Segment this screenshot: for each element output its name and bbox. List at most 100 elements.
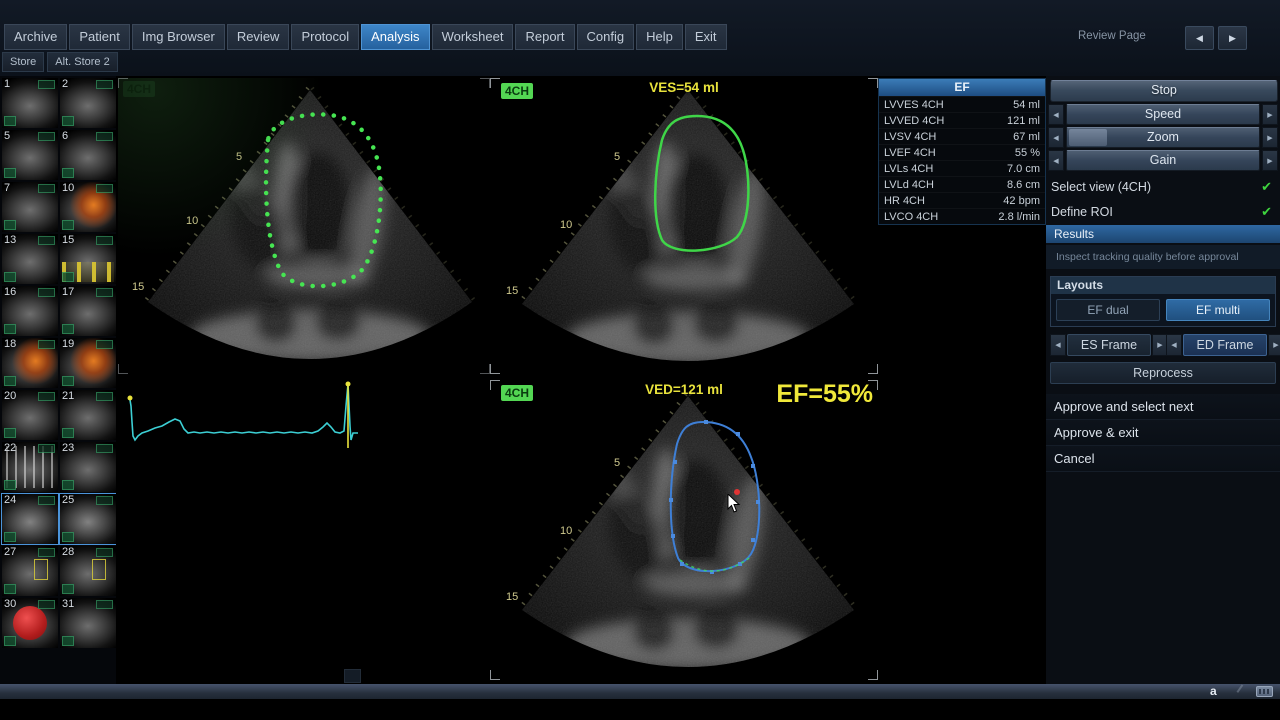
thumb-number: 15 bbox=[62, 234, 74, 246]
ultrasound-view-ves[interactable]: 5 10 15 4CH VES=54 ml bbox=[490, 78, 878, 374]
review-page-next-button[interactable]: ▶ bbox=[1218, 26, 1247, 50]
ultrasound-view-es-tracking[interactable]: 5 10 15 4CH bbox=[118, 78, 490, 374]
ed-frame-prev-button[interactable]: ◀ bbox=[1166, 334, 1182, 356]
review-page-prev-button[interactable]: ◀ bbox=[1185, 26, 1214, 50]
menu-tab-config[interactable]: Config bbox=[577, 24, 635, 50]
thumb-type-badge bbox=[62, 324, 74, 334]
thumb-clip-badge bbox=[96, 132, 113, 141]
ed-frame-control: ◀ ED Frame ▶ bbox=[1166, 334, 1280, 356]
ef-row-value: 7.0 cm bbox=[1007, 163, 1040, 175]
thumb-number: 25 bbox=[62, 494, 74, 506]
thumbnail-2[interactable]: 2 bbox=[60, 78, 116, 128]
ed-frame-button[interactable]: ED Frame bbox=[1183, 334, 1267, 356]
thumbnail-27[interactable]: 27 bbox=[2, 546, 58, 596]
thumb-number: 16 bbox=[4, 286, 16, 298]
thumbnail-6[interactable]: 6 bbox=[60, 130, 116, 180]
thumbnail-21[interactable]: 21 bbox=[60, 390, 116, 440]
menu-tab-exit[interactable]: Exit bbox=[685, 24, 727, 50]
action-cancel[interactable]: Cancel bbox=[1046, 446, 1280, 472]
thumbnail-10[interactable]: 10 bbox=[60, 182, 116, 232]
thumbnail-scroll-button[interactable] bbox=[344, 669, 361, 683]
menu-tab-worksheet[interactable]: Worksheet bbox=[432, 24, 514, 50]
slider-gain: ◀Gain▶ bbox=[1048, 150, 1278, 171]
ed-frame-next-button[interactable]: ▶ bbox=[1268, 334, 1280, 356]
slider-gain-decrease-button[interactable]: ◀ bbox=[1048, 150, 1064, 171]
slider-gain-bar[interactable]: Gain bbox=[1066, 150, 1260, 171]
thumbnail-13[interactable]: 13 bbox=[2, 234, 58, 284]
stop-button[interactable]: Stop bbox=[1050, 80, 1278, 102]
ecg-cycle-marker bbox=[346, 382, 351, 387]
thumbnail-7[interactable]: 7 bbox=[2, 182, 58, 232]
es-frame-prev-button[interactable]: ◀ bbox=[1050, 334, 1066, 356]
thumbnail-23[interactable]: 23 bbox=[60, 442, 116, 492]
ef-table-row: LVCO 4CH2.8 l/min bbox=[879, 208, 1045, 224]
slider-label: Speed bbox=[1145, 107, 1181, 121]
thumb-clip-badge bbox=[38, 184, 55, 193]
menu-tab-img-browser[interactable]: Img Browser bbox=[132, 24, 225, 50]
thumbnail-24[interactable]: 24 bbox=[2, 494, 58, 544]
left-arrow-icon: ◀ bbox=[1196, 33, 1203, 44]
thumb-clip-badge bbox=[38, 392, 55, 401]
action-approve-and-select-next[interactable]: Approve and select next bbox=[1046, 394, 1280, 420]
step-label: Select view (4CH) bbox=[1051, 180, 1151, 194]
menu-tab-strip: ArchivePatientImg BrowserReviewProtocolA… bbox=[4, 24, 727, 50]
ecg-trace bbox=[122, 376, 362, 456]
ultrasound-view-ved[interactable]: 5 10 15 4CH VED=121 ml EF=55% bbox=[490, 380, 878, 680]
depth-label: 5 bbox=[614, 457, 620, 469]
thumb-clip-badge bbox=[38, 340, 55, 349]
slider-gain-increase-button[interactable]: ▶ bbox=[1262, 150, 1278, 171]
action-approve-exit[interactable]: Approve & exit bbox=[1046, 420, 1280, 446]
menu-tab-review[interactable]: Review bbox=[227, 24, 290, 50]
thumbnail-19[interactable]: 19 bbox=[60, 338, 116, 388]
slider-speed-decrease-button[interactable]: ◀ bbox=[1048, 104, 1064, 125]
thumb-clip-badge bbox=[96, 80, 113, 89]
menu-tab-protocol[interactable]: Protocol bbox=[291, 24, 359, 50]
es-frame-button[interactable]: ES Frame bbox=[1067, 334, 1151, 356]
menu-tab-archive[interactable]: Archive bbox=[4, 24, 67, 50]
thumb-number: 6 bbox=[62, 130, 68, 142]
step-define-roi[interactable]: Define ROI ✔ bbox=[1046, 200, 1280, 223]
store-button-store[interactable]: Store bbox=[2, 52, 44, 72]
menu-tab-help[interactable]: Help bbox=[636, 24, 683, 50]
thumbnail-15[interactable]: 15 bbox=[60, 234, 116, 284]
slider-speed-increase-button[interactable]: ▶ bbox=[1262, 104, 1278, 125]
thumbnail-22[interactable]: 22 bbox=[2, 442, 58, 492]
thumbnail-30[interactable]: 30 bbox=[2, 598, 58, 648]
thumb-number: 31 bbox=[62, 598, 74, 610]
corner-bracket-icon bbox=[118, 364, 128, 374]
ef-dual-button[interactable]: EF dual bbox=[1056, 299, 1160, 321]
thumbnail-16[interactable]: 16 bbox=[2, 286, 58, 336]
step-select-view[interactable]: Select view (4CH) ✔ bbox=[1046, 175, 1280, 198]
thumbnail-25[interactable]: 25 bbox=[60, 494, 116, 544]
slider-zoom-bar[interactable]: Zoom bbox=[1066, 127, 1260, 148]
depth-label: 10 bbox=[560, 219, 572, 231]
thumbnail-20[interactable]: 20 bbox=[2, 390, 58, 440]
corner-bracket-icon bbox=[868, 364, 878, 374]
depth-label: 15 bbox=[506, 591, 518, 603]
thumb-clip-badge bbox=[96, 444, 113, 453]
thumbnail-5[interactable]: 5 bbox=[2, 130, 58, 180]
thumbnail-28[interactable]: 28 bbox=[60, 546, 116, 596]
slider-zoom-decrease-button[interactable]: ◀ bbox=[1048, 127, 1064, 148]
ef-table-row: HR 4CH42 bpm bbox=[879, 192, 1045, 208]
menu-tab-analysis[interactable]: Analysis bbox=[361, 24, 429, 50]
keyboard-icon[interactable] bbox=[1256, 686, 1273, 697]
reprocess-button[interactable]: Reprocess bbox=[1050, 362, 1276, 384]
menu-tab-patient[interactable]: Patient bbox=[69, 24, 129, 50]
slider-speed-bar[interactable]: Speed bbox=[1066, 104, 1260, 125]
thumb-type-badge bbox=[4, 324, 16, 334]
thumbnail-31[interactable]: 31 bbox=[60, 598, 116, 648]
store-button-alt-store-2[interactable]: Alt. Store 2 bbox=[47, 52, 117, 72]
ef-multi-button[interactable]: EF multi bbox=[1166, 299, 1270, 321]
thumb-type-badge bbox=[62, 584, 74, 594]
thumb-type-badge bbox=[4, 428, 16, 438]
corner-bracket-icon bbox=[490, 78, 500, 88]
thumbnail-1[interactable]: 1 bbox=[2, 78, 58, 128]
thumb-clip-badge bbox=[96, 288, 113, 297]
ultrasound-sector-image: 5 10 15 bbox=[490, 78, 878, 374]
thumbnail-18[interactable]: 18 bbox=[2, 338, 58, 388]
menu-tab-report[interactable]: Report bbox=[515, 24, 574, 50]
thumbnail-17[interactable]: 17 bbox=[60, 286, 116, 336]
slider-zoom-increase-button[interactable]: ▶ bbox=[1262, 127, 1278, 148]
clip-thumbnail-sidebar: 125671013151617181920212223242527283031 bbox=[0, 76, 116, 684]
